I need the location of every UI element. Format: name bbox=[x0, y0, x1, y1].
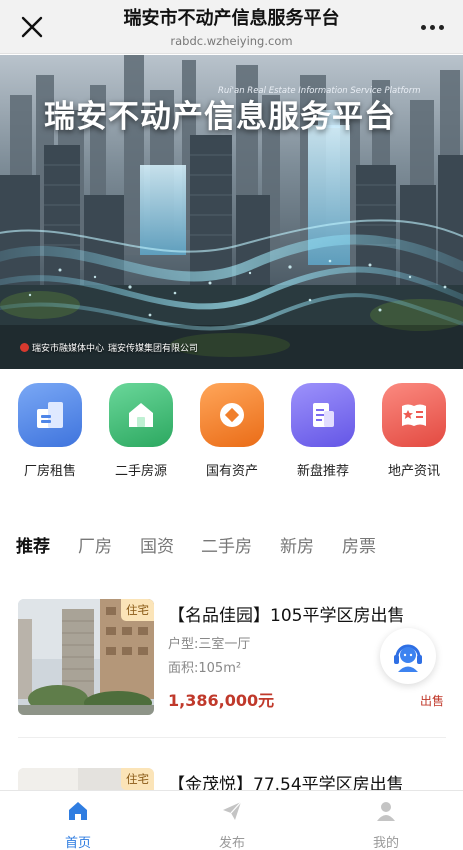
nav-label: 发布 bbox=[218, 836, 245, 850]
send-icon bbox=[192, 799, 272, 823]
banner-heading: 瑞安不动产信息服务平台 bbox=[44, 99, 396, 135]
listing-area: 面积:105m² bbox=[168, 661, 242, 676]
listing-tabs: 推荐 厂房 国资 二手房 新房 房票 bbox=[0, 532, 463, 572]
title-area: 瑞安市不动产信息服务平台 rabdc.wzheiying.com bbox=[70, 8, 393, 50]
nav-publish[interactable]: 发布 bbox=[192, 799, 272, 850]
listing-photo: 住宅 bbox=[18, 768, 154, 790]
category-new-homes[interactable]: 新盘推荐 bbox=[281, 383, 365, 479]
top-bar: 瑞安市不动产信息服务平台 rabdc.wzheiying.com bbox=[0, 0, 463, 54]
close-icon[interactable] bbox=[18, 13, 46, 41]
document-building-icon bbox=[291, 383, 355, 447]
category-factory[interactable]: 厂房租售 bbox=[8, 383, 92, 479]
category-second-hand[interactable]: 二手房源 bbox=[99, 383, 183, 479]
listing-title: 【名品佳园】105平学区房出售 bbox=[168, 606, 405, 626]
more-dots-icon[interactable] bbox=[417, 14, 447, 40]
banner-english-title: Rui'an Real Estate Information Service P… bbox=[218, 86, 421, 96]
factory-building-icon bbox=[18, 383, 82, 447]
nav-label: 首页 bbox=[64, 836, 91, 850]
category-label: 二手房源 bbox=[114, 464, 167, 479]
category-label: 厂房租售 bbox=[23, 464, 76, 479]
sell-label[interactable]: 出售 bbox=[420, 692, 444, 709]
tab-new-homes[interactable]: 新房 bbox=[280, 532, 314, 557]
coin-icon bbox=[200, 383, 264, 447]
tab-recommend[interactable]: 推荐 bbox=[16, 532, 50, 557]
nav-label: 我的 bbox=[372, 836, 399, 850]
listing-photo: 住宅 bbox=[18, 599, 154, 715]
hero-banner[interactable]: 瑞安不动产信息服务平台 Rui'an Real Estate Informati… bbox=[0, 55, 463, 369]
tab-housing-voucher[interactable]: 房票 bbox=[342, 532, 376, 557]
media-logo-icon bbox=[20, 343, 29, 352]
listing-divider bbox=[18, 737, 446, 738]
listing-layout: 户型:三室一厅 bbox=[168, 637, 251, 652]
category-state-assets[interactable]: 国有资产 bbox=[190, 383, 274, 479]
category-grid: 厂房租售 二手房源 国有资产 新盘推荐 地产资讯 bbox=[0, 383, 463, 493]
listing-type-badge: 住宅 bbox=[121, 768, 154, 790]
user-icon bbox=[346, 799, 426, 823]
listing-card[interactable]: 住宅 【金茂悦】77.54平学区房出售 bbox=[18, 768, 446, 790]
tab-factory[interactable]: 厂房 bbox=[78, 532, 112, 557]
banner-credit-right-text: 瑞安传媒集团有限公司 bbox=[108, 344, 199, 354]
page-url: rabdc.wzheiying.com bbox=[170, 34, 293, 48]
category-news[interactable]: 地产资讯 bbox=[372, 383, 456, 479]
banner-credit-right: 瑞安传媒集团有限公司 bbox=[108, 341, 198, 354]
listing-price: 1,386,000元 bbox=[168, 691, 275, 710]
tab-state-assets[interactable]: 国资 bbox=[140, 532, 174, 557]
listing-type-badge: 住宅 bbox=[121, 599, 154, 621]
customer-service-icon[interactable] bbox=[380, 628, 436, 684]
page-title: 瑞安市不动产信息服务平台 bbox=[123, 8, 340, 29]
home-icon bbox=[38, 799, 118, 823]
banner-credit-left-text: 瑞安市融媒体中心 bbox=[32, 344, 105, 354]
category-label: 国有资产 bbox=[205, 464, 258, 479]
nav-mine[interactable]: 我的 bbox=[346, 799, 426, 850]
nav-home[interactable]: 首页 bbox=[38, 799, 118, 850]
listing-title: 【金茂悦】77.54平学区房出售 bbox=[168, 775, 404, 790]
news-book-icon bbox=[382, 383, 446, 447]
customer-service-float[interactable]: 出售 bbox=[380, 628, 444, 708]
category-label: 新盘推荐 bbox=[296, 464, 349, 479]
category-label: 地产资讯 bbox=[387, 464, 440, 479]
bottom-nav: 首页 发布 我的 bbox=[0, 790, 463, 850]
house-icon bbox=[109, 383, 173, 447]
tab-second-hand[interactable]: 二手房 bbox=[201, 532, 252, 557]
banner-credit-left: 瑞安市融媒体中心 bbox=[20, 341, 104, 354]
